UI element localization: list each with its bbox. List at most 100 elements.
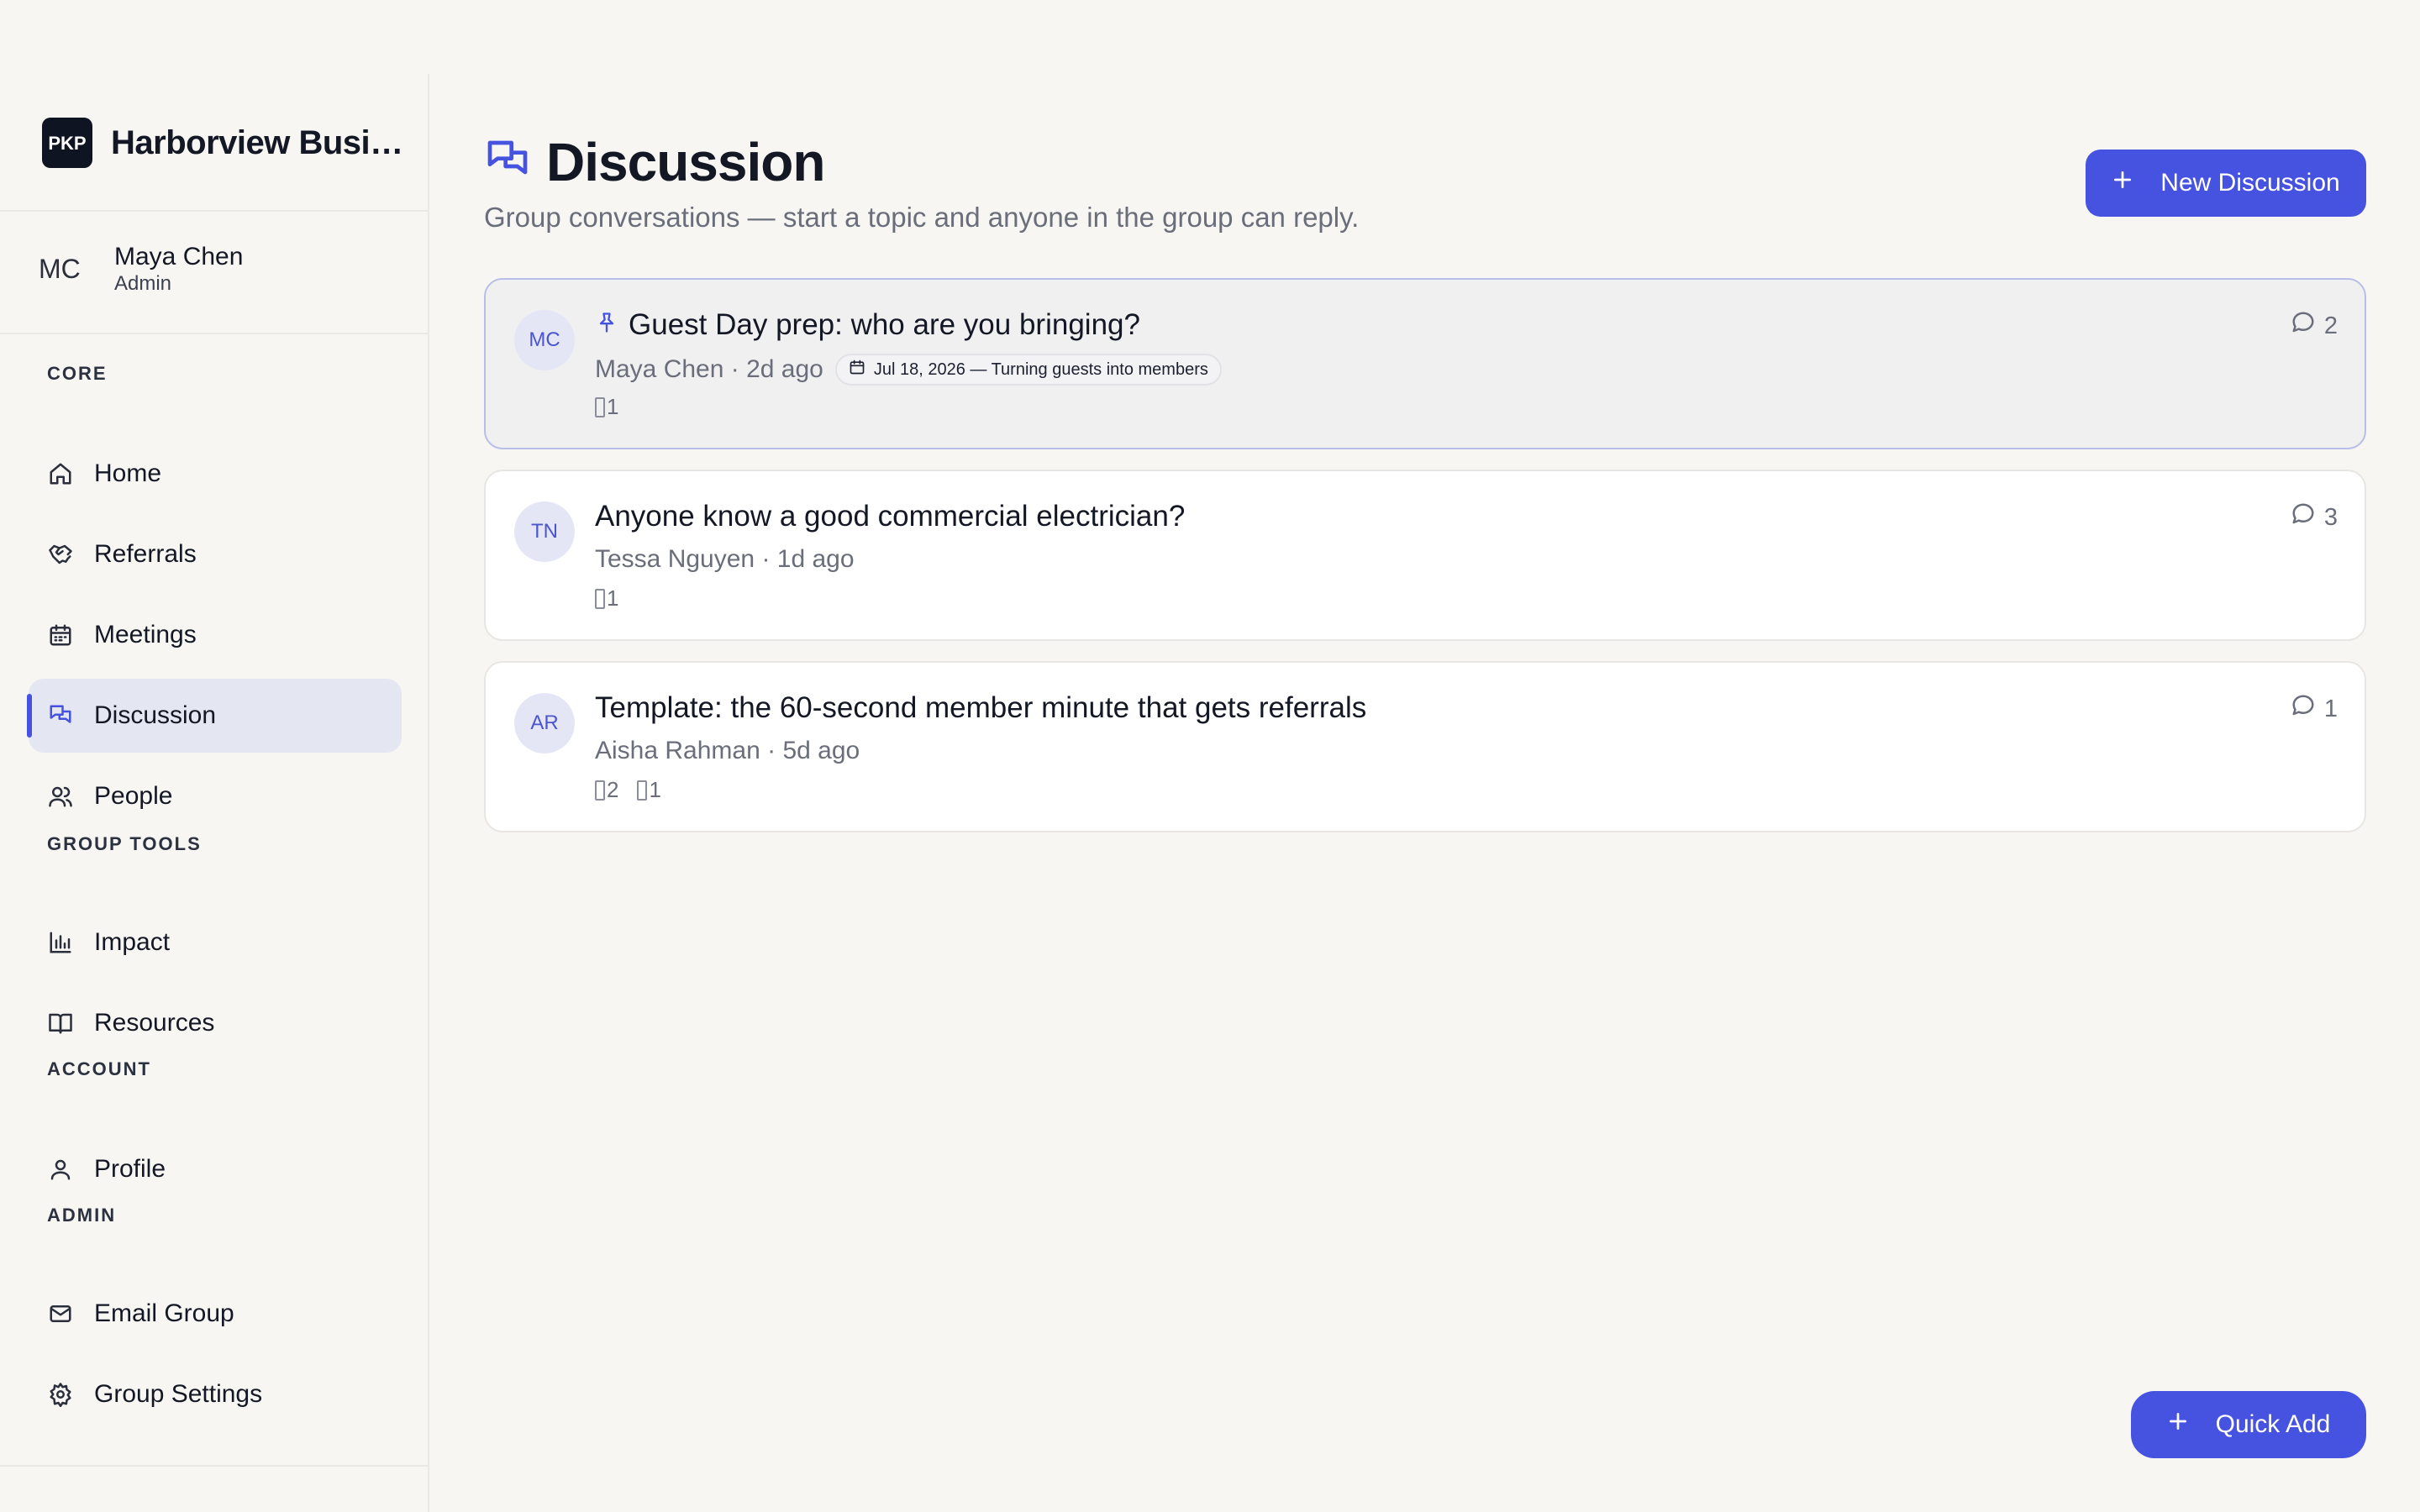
section-label-core: CORE <box>47 363 108 384</box>
post-age: · 1d ago <box>761 545 855 573</box>
home-icon <box>47 460 74 487</box>
event-chip[interactable]: Jul 18, 2026 — Turning guests into membe… <box>834 354 1222 386</box>
sidebar-item-meetings[interactable]: Meetings <box>29 598 402 672</box>
discussion-title[interactable]: Guest Day prep: who are you bringing? <box>629 308 1140 342</box>
sidebar-item-email-group[interactable]: Email Group <box>29 1277 402 1351</box>
gear-icon <box>47 1381 74 1408</box>
calendar-icon <box>47 622 74 648</box>
discussion-meta: Maya Chen · 2d ago <box>595 355 823 384</box>
sidebar-item-people[interactable]: People <box>29 759 402 833</box>
discussion-meta: Tessa Nguyen · 1d ago <box>595 545 855 574</box>
reply-count: 3 <box>2291 501 2338 533</box>
event-chip-label: Jul 18, 2026 — Turning guests into membe… <box>873 360 1208 379</box>
sidebar: PKP Harborview Busi… MC Maya Chen Admin … <box>0 74 429 1512</box>
plus-icon <box>2112 169 2133 197</box>
page-title: Discussion <box>546 132 825 192</box>
sidebar-item-discussion[interactable]: Discussion <box>27 679 402 753</box>
mail-icon <box>47 1300 74 1327</box>
section-label-group-tools: GROUP TOOLS <box>47 833 202 854</box>
sidebar-item-impact[interactable]: Impact <box>29 906 402 979</box>
avatar: MC <box>514 310 575 370</box>
reply-count-value: 3 <box>2323 503 2338 531</box>
active-indicator <box>27 694 32 738</box>
sidebar-item-label: Home <box>94 459 162 487</box>
sidebar-item-home[interactable]: Home <box>29 437 402 511</box>
reactions: 1 <box>595 585 618 612</box>
new-discussion-label: New Discussion <box>2160 169 2340 197</box>
reaction-count: 1 <box>607 394 619 419</box>
discussion-card[interactable]: MC Guest Day prep: who are you bringing?… <box>484 278 2366 449</box>
sidebar-item-resources[interactable]: Resources <box>29 986 402 1060</box>
comment-icon <box>2291 310 2316 342</box>
user-icon <box>47 1156 74 1183</box>
user-name: Maya Chen <box>114 243 244 270</box>
sidebar-item-label: Resources <box>94 1009 215 1037</box>
reactions: 2 1 <box>595 777 661 803</box>
section-label-account: ACCOUNT <box>47 1058 151 1079</box>
comment-icon <box>2291 693 2316 725</box>
reaction[interactable]: 1 <box>637 777 661 803</box>
reaction-count: 1 <box>649 777 661 802</box>
page-header: Discussion Group conversations — start a… <box>484 131 1359 234</box>
sidebar-item-profile[interactable]: Profile <box>29 1132 402 1206</box>
sidebar-item-label: Meetings <box>94 621 197 648</box>
reaction-emoji-icon <box>595 396 605 417</box>
reaction[interactable]: 1 <box>595 585 618 612</box>
quick-add-button[interactable]: Quick Add <box>2131 1391 2366 1458</box>
avatar: AR <box>514 693 575 753</box>
page-subtitle: Group conversations — start a topic and … <box>484 202 1360 233</box>
sidebar-divider <box>0 210 429 212</box>
calendar-icon <box>849 359 865 381</box>
current-user[interactable]: MC Maya Chen Admin <box>39 242 243 296</box>
sidebar-item-referrals[interactable]: Referrals <box>29 517 402 591</box>
reply-count: 1 <box>2291 693 2338 725</box>
brand-name: Harborview Busi… <box>111 123 403 161</box>
book-open-icon <box>47 1010 74 1037</box>
handshake-icon <box>47 541 74 568</box>
section-label-admin: ADMIN <box>47 1205 117 1226</box>
sidebar-item-label: Profile <box>94 1155 166 1183</box>
sidebar-item-label: Email Group <box>94 1299 234 1327</box>
brand-logo: PKP <box>42 118 92 168</box>
reaction-count: 1 <box>607 585 619 611</box>
reactions: 1 <box>595 394 618 420</box>
author-name: Aisha Rahman <box>595 737 760 764</box>
brand[interactable]: PKP Harborview Busi… <box>42 118 403 168</box>
bar-chart-icon <box>47 929 74 956</box>
reply-count-value: 2 <box>2323 312 2338 339</box>
discussion-meta: Aisha Rahman · 5d ago <box>595 737 860 765</box>
user-initials: MC <box>39 253 81 284</box>
discussion-card[interactable]: AR Template: the 60-second member minute… <box>484 661 2366 832</box>
sidebar-item-label: Referrals <box>94 540 197 568</box>
reply-count-value: 1 <box>2323 695 2338 722</box>
user-role: Admin <box>114 272 172 295</box>
sidebar-divider <box>0 333 429 334</box>
new-discussion-button[interactable]: New Discussion <box>2086 150 2366 217</box>
post-age: · 2d ago <box>730 355 823 383</box>
sidebar-item-group-settings[interactable]: Group Settings <box>29 1357 402 1431</box>
reaction-emoji-icon <box>595 780 605 801</box>
sidebar-item-label: Impact <box>94 928 171 956</box>
sidebar-divider <box>0 1465 429 1467</box>
chat-bubbles-icon <box>484 137 531 188</box>
brand-logo-mark: PKP <box>48 133 86 154</box>
sidebar-item-label: Discussion <box>94 701 217 729</box>
discussion-title[interactable]: Template: the 60-second member minute th… <box>595 691 1366 725</box>
svg-text:PKP: PKP <box>48 133 86 154</box>
reaction[interactable]: 2 <box>595 777 618 803</box>
post-age: · 5d ago <box>767 737 860 764</box>
author-name: Tessa Nguyen <box>595 545 755 573</box>
reply-count: 2 <box>2291 310 2338 342</box>
sidebar-item-label: Group Settings <box>94 1380 263 1408</box>
avatar: TN <box>514 501 575 562</box>
discussion-card[interactable]: TN Anyone know a good commercial electri… <box>484 470 2366 641</box>
plus-icon <box>2167 1410 2189 1439</box>
reaction[interactable]: 1 <box>595 394 618 420</box>
author-name: Maya Chen <box>595 355 724 383</box>
sidebar-item-label: People <box>94 782 173 810</box>
discussion-title[interactable]: Anyone know a good commercial electricia… <box>595 500 1185 533</box>
quick-add-label: Quick Add <box>2215 1410 2331 1438</box>
reaction-emoji-icon <box>595 588 605 609</box>
reaction-count: 2 <box>607 777 619 802</box>
comment-icon <box>2291 501 2316 533</box>
